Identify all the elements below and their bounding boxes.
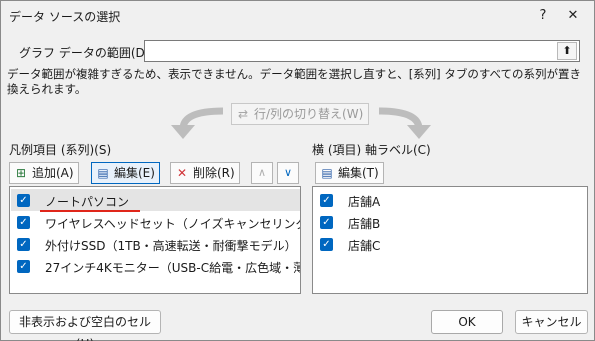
series-list[interactable]: ✓ ノートパソコン ✓ ワイヤレスヘッドセット（ノイズキャンセリング・マイク付き… xyxy=(9,186,301,294)
cancel-button[interactable]: キャンセル xyxy=(515,310,588,334)
title-bar: データ ソースの選択 ? ✕ xyxy=(1,1,594,31)
series-item[interactable]: ✓ 外付けSSD（1TB・高速転送・耐衝撃モデル） xyxy=(11,233,300,255)
chevron-up-icon: ∧ xyxy=(257,166,267,179)
collapse-dialog-button[interactable]: ⬆ xyxy=(557,42,577,60)
add-table-icon: ⊞ xyxy=(15,166,27,180)
ok-button[interactable]: OK xyxy=(431,310,503,334)
switch-row-column-label: 行/列の切り替え(W) xyxy=(254,107,364,121)
close-button[interactable]: ✕ xyxy=(561,5,585,27)
add-series-label: 追加(A) xyxy=(32,166,74,180)
axis-item[interactable]: ✓ 店舗C xyxy=(314,233,587,255)
checkbox-checked-icon[interactable]: ✓ xyxy=(17,238,30,251)
axis-item-label: 店舗B xyxy=(348,217,381,231)
range-warning-text: データ範囲が複雑すぎるため、表示できません。データ範囲を選択し直すと、[系列] … xyxy=(7,67,582,96)
checkbox-checked-icon[interactable]: ✓ xyxy=(17,260,30,273)
checkbox-checked-icon[interactable]: ✓ xyxy=(320,194,333,207)
axis-item[interactable]: ✓ 店舗B xyxy=(314,211,587,233)
axis-labels-list[interactable]: ✓ 店舗A ✓ 店舗B ✓ 店舗C xyxy=(312,186,588,294)
series-item-label: ノートパソコン xyxy=(45,195,130,209)
axis-item[interactable]: ✓ 店舗A xyxy=(314,189,587,211)
dialog-title: データ ソースの選択 xyxy=(9,10,121,24)
legend-series-label: 凡例項目 (系列)(S) xyxy=(9,143,112,157)
switch-icon: ⇄ xyxy=(238,107,249,121)
axis-item-label: 店舗C xyxy=(348,239,381,253)
chart-range-input[interactable] xyxy=(144,40,580,62)
series-item[interactable]: ✓ ノートパソコン xyxy=(11,189,300,212)
checkbox-checked-icon[interactable]: ✓ xyxy=(320,216,333,229)
move-up-button[interactable]: ∧ xyxy=(251,162,273,184)
checkbox-checked-icon[interactable]: ✓ xyxy=(17,216,30,229)
series-item-label: ワイヤレスヘッドセット（ノイズキャンセリング・マイク付き） xyxy=(45,217,300,231)
edit-series-button[interactable]: ▤ 編集(E) xyxy=(91,162,160,184)
axis-labels-label: 横 (項目) 軸ラベル(C) xyxy=(312,143,431,157)
collapse-arrow-icon: ⬆ xyxy=(562,44,572,57)
series-item-label: 27インチ4Kモニター（USB-C給電・広色域・薄型ベゼル） xyxy=(45,261,300,275)
help-button[interactable]: ? xyxy=(531,5,555,27)
edit-axis-labels-label: 編集(T) xyxy=(338,166,379,180)
checkbox-checked-icon[interactable]: ✓ xyxy=(17,194,30,207)
select-data-source-dialog: データ ソースの選択 ? ✕ グラフ データの範囲(D): ⬆ データ範囲が複雑… xyxy=(0,0,595,341)
series-item-label: 外付けSSD（1TB・高速転送・耐衝撃モデル） xyxy=(45,239,297,253)
series-item[interactable]: ✓ 27インチ4Kモニター（USB-C給電・広色域・薄型ベゼル） xyxy=(11,255,300,277)
delete-series-label: 削除(R) xyxy=(193,166,235,180)
switch-row-column-button[interactable]: ⇄ 行/列の切り替え(W) xyxy=(231,103,369,125)
edit-axis-labels-button[interactable]: ▤ 編集(T) xyxy=(315,162,384,184)
hidden-empty-cells-button[interactable]: 非表示および空白のセル(H) xyxy=(9,310,161,341)
edit-series-label: 編集(E) xyxy=(114,166,155,180)
add-series-button[interactable]: ⊞ 追加(A) xyxy=(9,162,79,184)
delete-x-icon: ✕ xyxy=(176,166,188,180)
chevron-down-icon: ∨ xyxy=(283,166,293,179)
move-down-button[interactable]: ∨ xyxy=(277,162,299,184)
axis-item-label: 店舗A xyxy=(348,195,381,209)
switch-arrows: ⇄ 行/列の切り替え(W) xyxy=(161,99,441,139)
delete-series-button[interactable]: ✕ 削除(R) xyxy=(170,162,240,184)
series-item[interactable]: ✓ ワイヤレスヘッドセット（ノイズキャンセリング・マイク付き） xyxy=(11,211,300,233)
chart-range-label: グラフ データの範囲(D): xyxy=(19,46,154,60)
edit-table-icon: ▤ xyxy=(97,166,109,180)
edit-table-icon: ▤ xyxy=(321,166,333,180)
checkbox-checked-icon[interactable]: ✓ xyxy=(320,238,333,251)
